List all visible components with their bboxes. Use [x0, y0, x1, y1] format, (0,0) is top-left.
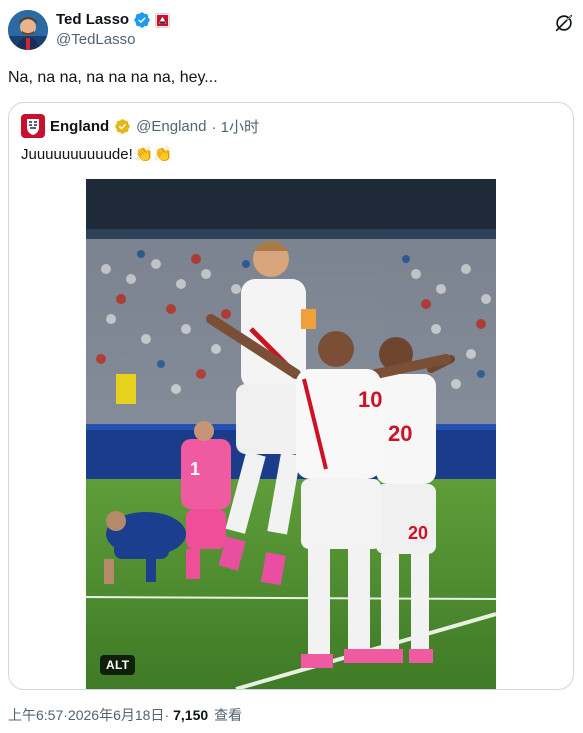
tweet-date[interactable]: 2026年6月18日 — [68, 705, 165, 725]
quoted-tweet-text: Juuuuuuuuuude! 👏👏 — [21, 145, 172, 165]
alt-text-badge[interactable]: ALT — [100, 655, 136, 675]
svg-text:20: 20 — [408, 523, 428, 543]
quoted-tweet-card[interactable]: England @England · 1小时 Juuuuuuuuuude!👏👏 — [8, 102, 574, 690]
author-avatar[interactable] — [8, 10, 48, 50]
author-name[interactable]: Ted Lasso — [56, 11, 129, 29]
quoted-text-body: Juuuuuuuuuude! — [21, 146, 133, 163]
quoted-media-photo[interactable]: 1 20 20 10 ALT — [86, 179, 496, 689]
quoted-time[interactable]: · 1小时 — [211, 116, 259, 137]
affiliation-badge-icon[interactable] — [155, 12, 171, 28]
quoted-author-handle[interactable]: @England — [136, 118, 206, 135]
quoted-author-name[interactable]: England — [50, 118, 109, 135]
jersey-number-center: 10 — [358, 387, 382, 412]
celebration-photo: 1 20 20 10 — [86, 179, 496, 689]
author-handle[interactable]: @TedLasso — [56, 31, 135, 49]
tweet-header: Ted Lasso @TedLasso — [8, 8, 575, 52]
jersey-number-right: 20 — [388, 421, 412, 446]
tweet-text: Na, na na, na na na na, hey... — [8, 69, 218, 86]
view-count: 7,150 — [173, 707, 209, 723]
quoted-avatar[interactable] — [21, 114, 45, 138]
gold-verified-badge-icon — [115, 118, 130, 134]
tweet-meta: 上午6:57 · 2026年6月18日 · 7,150 查看 — [8, 705, 242, 725]
meta-separator: · — [164, 707, 170, 723]
tweet-time[interactable]: 上午6:57 — [8, 705, 63, 725]
clapping-hands-emoji: 👏👏 — [134, 146, 173, 163]
keeper-number: 1 — [190, 459, 200, 479]
views-label: 查看 — [214, 707, 243, 723]
grok-icon[interactable] — [553, 12, 575, 34]
verified-badge-icon — [134, 12, 150, 28]
